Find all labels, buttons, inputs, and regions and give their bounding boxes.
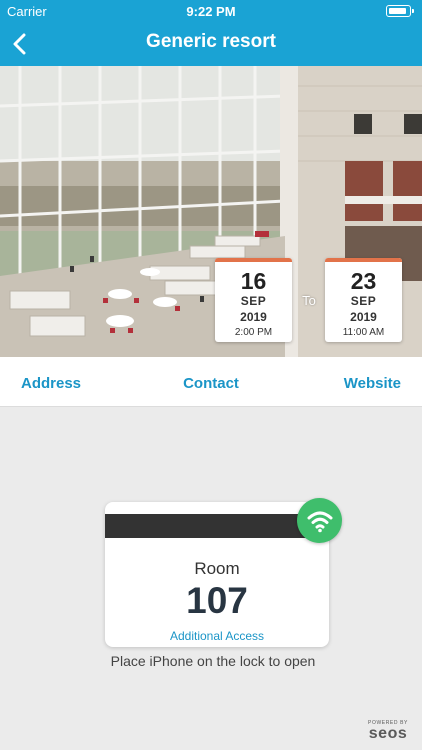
magnetic-stripe	[105, 514, 329, 538]
check-in-time: 2:00 PM	[234, 327, 273, 338]
check-out-month: SEP	[350, 294, 377, 308]
navigation-bar: Generic resort	[0, 22, 422, 66]
top-bar: Carrier 9:22 PM Generic resort	[0, 0, 422, 66]
check-in-year: 2019	[240, 310, 267, 324]
check-out-year: 2019	[350, 310, 377, 324]
status-bar: Carrier 9:22 PM	[0, 0, 422, 22]
room-label: Room	[194, 559, 240, 578]
page-title: Generic resort	[146, 31, 276, 52]
battery-icon	[386, 5, 414, 17]
room-key-card[interactable]: Room 107 Additional Access	[105, 502, 329, 647]
brand-logo: seos	[368, 725, 408, 742]
check-in-month: SEP	[240, 294, 267, 308]
check-in-card: 16 SEP 2019 2:00 PM	[215, 258, 292, 342]
check-in-day: 16	[240, 268, 267, 294]
check-out-time: 11:00 AM	[342, 327, 385, 338]
powered-by-logo: POWERED BY seos	[362, 720, 414, 743]
resort-photo: 16 SEP 2019 2:00 PM To 23 SEP 2019 11:00…	[0, 66, 422, 357]
room-number: 107	[186, 580, 248, 621]
additional-access-link[interactable]: Additional Access	[105, 629, 329, 643]
unlock-instructions: Place iPhone on the lock to open	[110, 653, 316, 669]
date-separator: To	[302, 293, 316, 308]
status-time: 9:22 PM	[186, 4, 236, 19]
check-out-card: 23 SEP 2019 11:00 AM	[325, 258, 402, 342]
website-link[interactable]: Website	[344, 375, 401, 392]
wifi-status-badge	[297, 498, 342, 543]
check-out-day: 23	[350, 268, 377, 294]
info-links-bar: Address Contact Website	[0, 357, 422, 407]
wifi-icon	[307, 511, 333, 533]
